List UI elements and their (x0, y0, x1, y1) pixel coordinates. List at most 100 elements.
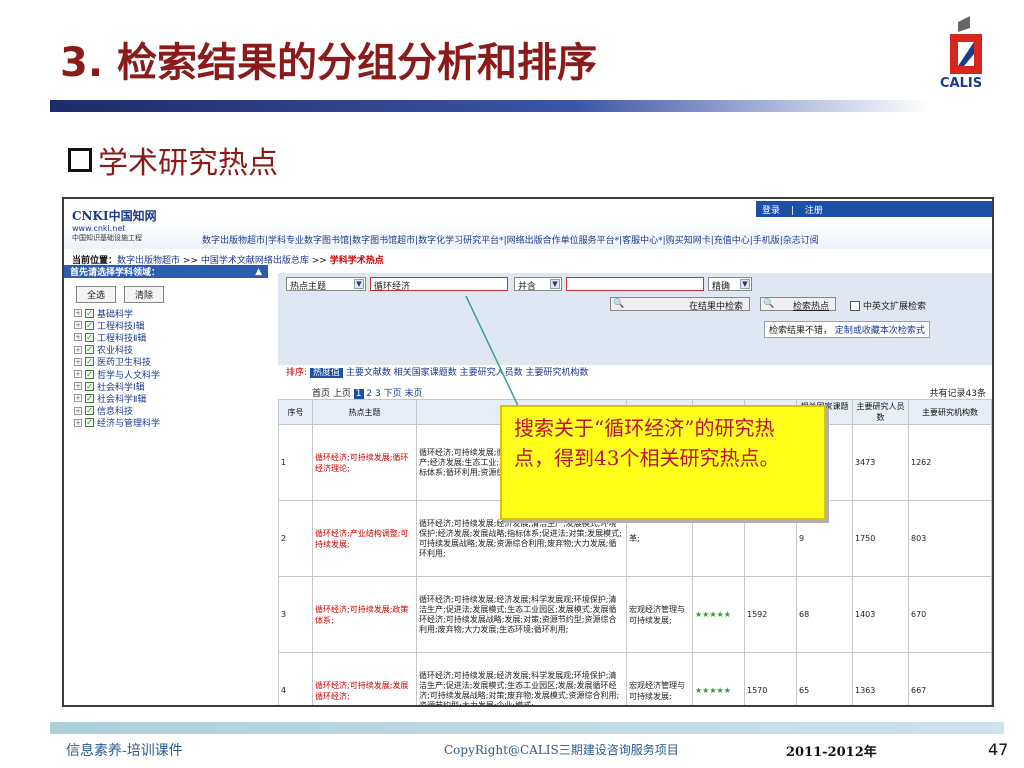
query2-input[interactable] (566, 277, 704, 291)
ext-search-label: 中英文扩展检索 (863, 302, 927, 312)
cell-topic[interactable]: 循环经济;可持续发展;循环经济理论; (312, 424, 417, 501)
sort-option-heat[interactable]: 热度值 (309, 368, 343, 378)
sort-option-projects[interactable]: 相关国家课题数 (394, 368, 457, 378)
match-select[interactable]: 精确 ▼ (708, 277, 752, 292)
sidebar-item[interactable]: + ✓ 经济与管理科学 (74, 417, 268, 429)
expand-icon[interactable]: + (74, 382, 82, 391)
sort-option-people[interactable]: 主要研究人员数 (460, 368, 523, 378)
sidebar-header: 首先请选择学科领域： ▲ (64, 265, 268, 278)
chevron-down-icon[interactable]: ▼ (740, 279, 750, 289)
sort-option-institutions[interactable]: 主要研究机构数 (525, 368, 588, 378)
expand-icon[interactable]: + (74, 406, 82, 415)
sidebar-item[interactable]: + ✓ 工程科技Ⅰ辑 (74, 319, 268, 332)
cnki-header: CNKI中国知网 www.cnki.net 中国知识基础设施工程 登录 | 注册… (64, 199, 992, 249)
sidebar-item[interactable]: + ✓ 农业科技 (74, 344, 268, 356)
cell-people: 3473 (852, 424, 909, 501)
sidebar-item-label: 基础科学 (97, 309, 134, 320)
pager-last[interactable]: 末页 (405, 389, 423, 399)
checkbox-checked-icon[interactable]: ✓ (85, 320, 94, 330)
checkbox-checked-icon[interactable]: ✓ (85, 332, 94, 342)
cell-topic[interactable]: 循环经济;可持续发展;发展循环经济; (312, 652, 417, 705)
callout-box: 搜索关于“循环经济”的研究热点，得到43个相关研究热点。 (500, 405, 826, 520)
pager-page[interactable]: 2 (366, 389, 372, 399)
register-link[interactable]: 注册 (805, 206, 823, 216)
expand-icon[interactable]: + (74, 370, 82, 379)
sidebar-item[interactable]: + ✓ 基础科学 (74, 307, 268, 320)
search-hot-label: 检索热点 (792, 302, 829, 312)
pager-next[interactable]: 下页 (384, 389, 402, 399)
chevron-down-icon[interactable]: ▼ (550, 279, 560, 289)
field-select-value: 热点主题 (290, 282, 327, 292)
sidebar-item-label: 哲学与人文科学 (97, 370, 161, 381)
clear-button[interactable]: 清除 (124, 286, 165, 303)
expand-icon[interactable]: + (74, 333, 82, 342)
sort-option-docs[interactable]: 主要文献数 (346, 368, 391, 378)
checkbox-icon[interactable] (850, 300, 860, 311)
bullet-square-icon (68, 148, 92, 172)
pager-first[interactable]: 首页 (312, 389, 330, 399)
cnki-logo[interactable]: CNKI中国知网 www.cnki.net 中国知识基础设施工程 (72, 207, 192, 242)
main-nav[interactable]: 数字出版物超市|学科专业数字图书馆|数字图书馆超市|数字化学习研究平台*|网络出… (202, 233, 819, 246)
sidebar-item-label: 社会科学Ⅱ辑 (97, 394, 147, 405)
pager-prev[interactable]: 上页 (333, 389, 351, 399)
ext-search-option[interactable]: 中英文扩展检索 (850, 299, 926, 312)
search-hot-button[interactable]: 🔍 检索热点 (760, 297, 836, 312)
sidebar-item[interactable]: + ✓ 社会科学Ⅰ辑 (74, 380, 268, 393)
expand-icon[interactable]: + (74, 418, 82, 427)
cell-topic[interactable]: 循环经济;产业结构调整;可持续发展; (312, 500, 417, 577)
pager-page[interactable]: 3 (375, 389, 381, 399)
logic-select[interactable]: 并含 ▼ (514, 277, 562, 292)
save-search-label: 检索结果不错， (769, 326, 833, 336)
cell-topic[interactable]: 循环经济;可持续发展;政策体系; (312, 576, 417, 653)
cell-docs: 1592 (744, 576, 797, 653)
cell-no: 3 (278, 576, 313, 653)
top-account-bar: 登录 | 注册 (756, 201, 992, 217)
col-header: 序号 (278, 399, 313, 425)
checkbox-checked-icon[interactable]: ✓ (85, 308, 94, 318)
field-select[interactable]: 热点主题 ▼ (286, 277, 366, 292)
sidebar-header-text: 首先请选择学科领域： (70, 268, 161, 278)
expand-icon[interactable]: + (74, 357, 82, 366)
checkbox-checked-icon[interactable]: ✓ (85, 418, 94, 428)
title-underline (50, 100, 930, 112)
checkbox-checked-icon[interactable]: ✓ (85, 381, 94, 391)
col-header[interactable]: 主要研究机构数 (908, 399, 992, 425)
query-input[interactable]: 循环经济 (370, 277, 508, 292)
cell-projects: 65 (796, 652, 853, 705)
footer-year: 2011-2012年 (786, 745, 877, 760)
sidebar-item[interactable]: + ✓ 哲学与人文科学 (74, 368, 268, 381)
col-header[interactable]: 热点主题 (312, 399, 417, 425)
logic-select-value: 并含 (518, 282, 537, 292)
checkbox-checked-icon[interactable]: ✓ (85, 393, 94, 403)
search-in-results-button[interactable]: 🔍 在结果中检索 (610, 297, 750, 312)
calis-logo-text: CALIS (940, 76, 983, 91)
cell-people: 1750 (852, 500, 909, 577)
save-search-link[interactable]: 定制或收藏本次检索式 (835, 326, 925, 336)
cell-no: 1 (278, 424, 313, 501)
sidebar-item[interactable]: + ✓ 工程科技Ⅱ辑 (74, 331, 268, 344)
cell-no: 2 (278, 500, 313, 577)
expand-icon[interactable]: + (74, 345, 82, 354)
sidebar-item[interactable]: + ✓ 医药卫生科技 (74, 356, 268, 368)
expand-icon[interactable]: + (74, 309, 82, 318)
expand-icon[interactable]: + (74, 321, 82, 330)
collapse-triangle-icon[interactable]: ▲ (255, 267, 262, 277)
footer-left: 信息素养-培训课件 (66, 743, 183, 759)
col-header[interactable]: 主要研究人员数 (852, 399, 909, 425)
callout-text: 搜索关于“循环经济”的研究热点，得到43个相关研究热点。 (514, 416, 780, 470)
sort-label: 排序: (286, 368, 308, 378)
checkbox-checked-icon[interactable]: ✓ (85, 357, 94, 367)
expand-icon[interactable]: + (74, 394, 82, 403)
select-all-button[interactable]: 全选 (76, 286, 117, 303)
sidebar-item-label: 医药卫生科技 (97, 358, 152, 369)
divider: | (790, 206, 794, 216)
checkbox-checked-icon[interactable]: ✓ (85, 369, 94, 379)
checkbox-checked-icon[interactable]: ✓ (85, 406, 94, 416)
sidebar-item[interactable]: + ✓ 社会科学Ⅱ辑 (74, 392, 268, 405)
checkbox-checked-icon[interactable]: ✓ (85, 345, 94, 355)
chevron-down-icon[interactable]: ▼ (354, 279, 364, 289)
subtitle-text: 学术研究热点 (98, 146, 278, 181)
login-link[interactable]: 登录 (762, 206, 780, 216)
sidebar-item[interactable]: + ✓ 信息科技 (74, 405, 268, 417)
cell-people: 1363 (852, 652, 909, 705)
